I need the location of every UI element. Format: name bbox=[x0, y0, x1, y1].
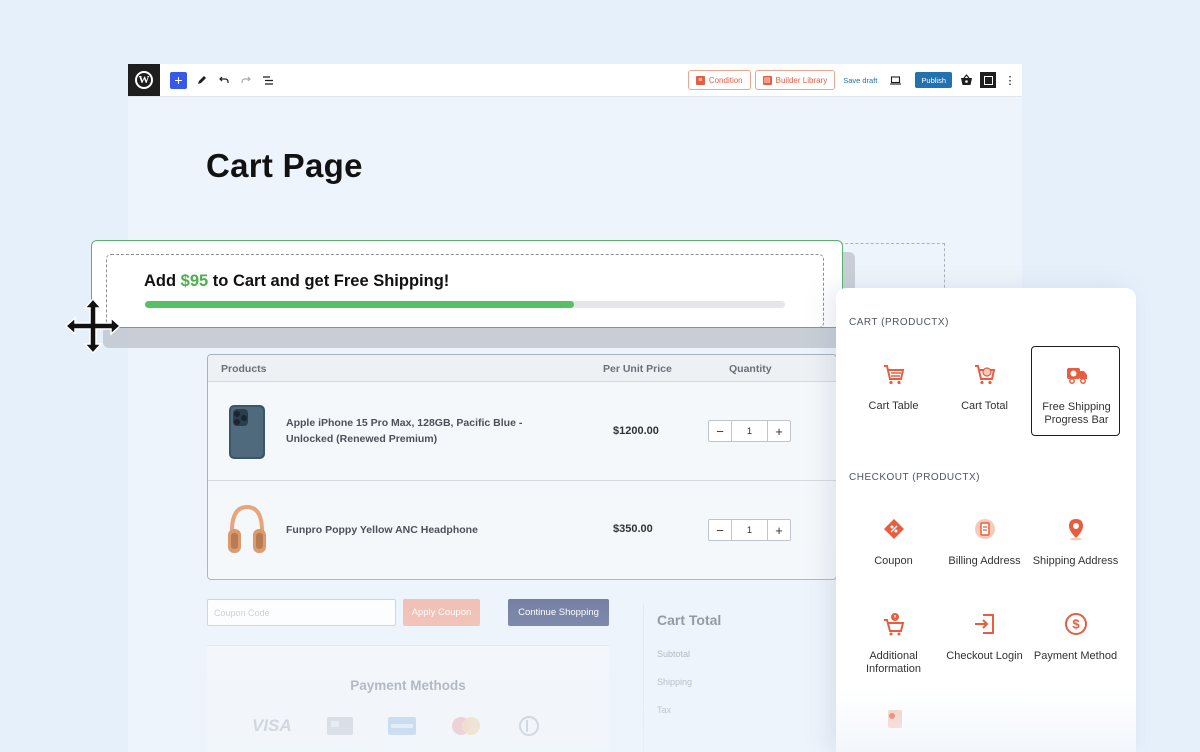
subtotal-label: Subtotal bbox=[657, 649, 691, 659]
product-price: $1200.00 bbox=[613, 425, 659, 437]
page-title: Cart Page bbox=[206, 147, 363, 184]
block-payment-method[interactable]: $ Payment Method bbox=[1031, 596, 1120, 686]
continue-shopping-button[interactable]: Continue Shopping bbox=[508, 599, 609, 626]
block-label: Free Shipping Progress Bar bbox=[1042, 401, 1111, 426]
apply-coupon-button[interactable]: Apply Coupon bbox=[403, 599, 480, 626]
cart-table-header: Products Per Unit Price Quantity bbox=[208, 355, 836, 382]
coupon-icon bbox=[884, 519, 904, 539]
svg-text:$: $ bbox=[1072, 617, 1080, 632]
free-shipping-message: Add $95 to Cart and get Free Shipping! bbox=[144, 272, 449, 291]
card-icon bbox=[326, 717, 353, 735]
builder-library-button[interactable]: ▤ Builder Library bbox=[754, 70, 836, 90]
header-unit-price: Per Unit Price bbox=[603, 363, 672, 375]
checkout-section-heading: CHECKOUT (PRODUCTX) bbox=[849, 472, 980, 483]
pencil-icon[interactable] bbox=[195, 71, 209, 89]
message-suffix: to Cart and get Free Shipping! bbox=[208, 272, 450, 290]
builder-library-label: Builder Library bbox=[775, 75, 828, 85]
location-icon bbox=[1069, 519, 1083, 541]
quantity-stepper[interactable]: − 1 + bbox=[708, 420, 791, 442]
progress-fill bbox=[145, 301, 574, 308]
condition-icon: ≡ bbox=[695, 75, 705, 85]
dollar-icon: $ bbox=[1065, 613, 1087, 635]
decrease-button[interactable]: − bbox=[709, 520, 731, 540]
billing-icon bbox=[975, 519, 995, 539]
cart-table-icon bbox=[884, 365, 905, 385]
payment-methods-box: Payment Methods VISA bbox=[207, 645, 609, 752]
shipping-label: Shipping bbox=[657, 677, 693, 687]
message-prefix: Add bbox=[144, 272, 181, 290]
quantity-stepper[interactable]: − 1 + bbox=[708, 519, 791, 541]
add-block-button[interactable]: + bbox=[170, 71, 187, 89]
save-draft-button[interactable]: Save draft bbox=[843, 76, 877, 85]
free-shipping-icon bbox=[1067, 368, 1087, 384]
list-view-icon[interactable] bbox=[261, 71, 275, 89]
block-cart-table[interactable]: Cart Table bbox=[849, 346, 938, 436]
block-billing-address[interactable]: Billing Address bbox=[940, 501, 1029, 591]
panel-fade-overlay bbox=[836, 690, 1136, 752]
block-inserter-panel: CART (PRODUCTX) Cart Table Cart Total Fr… bbox=[836, 288, 1136, 752]
settings-sidebar-icon[interactable] bbox=[980, 72, 996, 88]
iphone-image bbox=[229, 405, 265, 459]
redo-icon[interactable] bbox=[239, 71, 253, 89]
increase-button[interactable]: + bbox=[768, 421, 790, 441]
editor-toolbar: W + ≡ Condition ▤ Builder Library Save d… bbox=[128, 64, 1022, 96]
decrease-button[interactable]: − bbox=[709, 421, 731, 441]
block-label: Additional Information bbox=[865, 650, 922, 675]
header-products: Products bbox=[221, 363, 267, 375]
condition-button[interactable]: ≡ Condition bbox=[687, 70, 751, 90]
free-shipping-bar-inner: Add $95 to Cart and get Free Shipping! bbox=[106, 254, 824, 328]
block-label: Payment Method bbox=[1033, 650, 1118, 662]
cart-section-heading: CART (PRODUCTX) bbox=[849, 317, 949, 328]
wordpress-logo-icon[interactable]: W bbox=[128, 64, 160, 96]
product-name[interactable]: Apple iPhone 15 Pro Max, 128GB, Pacific … bbox=[286, 415, 536, 447]
table-row: Apple iPhone 15 Pro Max, 128GB, Pacific … bbox=[208, 382, 836, 481]
coupon-input[interactable]: Coupon Code bbox=[207, 599, 396, 626]
block-additional-information[interactable]: Additional Information bbox=[849, 596, 938, 686]
payment-logos: VISA bbox=[252, 716, 542, 736]
block-free-shipping-progress-bar[interactable]: Free Shipping Progress Bar bbox=[1031, 346, 1120, 436]
block-label: Billing Address bbox=[948, 555, 1021, 567]
preview-icon[interactable] bbox=[887, 72, 903, 88]
quantity-value[interactable]: 1 bbox=[731, 421, 768, 441]
progress-track bbox=[145, 301, 785, 308]
block-label: Shipping Address bbox=[1032, 555, 1119, 567]
info-cart-icon bbox=[884, 613, 905, 636]
condition-label: Condition bbox=[708, 75, 743, 85]
cart-total-icon bbox=[975, 365, 996, 385]
publish-button[interactable]: Publish bbox=[915, 72, 952, 88]
amex-icon bbox=[387, 717, 416, 735]
builder-library-icon: ▤ bbox=[762, 75, 772, 85]
free-shipping-bar-block[interactable]: Add $95 to Cart and get Free Shipping! bbox=[91, 240, 843, 328]
block-checkout-login[interactable]: Checkout Login bbox=[940, 596, 1029, 686]
block-label: Coupon bbox=[874, 555, 913, 567]
block-coupon[interactable]: Coupon bbox=[849, 501, 938, 591]
block-cart-total[interactable]: Cart Total bbox=[940, 346, 1029, 436]
cart-total-title: Cart Total bbox=[657, 612, 722, 628]
undo-icon[interactable] bbox=[217, 71, 231, 89]
tax-label: Tax bbox=[657, 705, 672, 715]
table-row: Funpro Poppy Yellow ANC Headphone $350.0… bbox=[208, 481, 836, 579]
diners-icon bbox=[518, 716, 539, 736]
visa-logo: VISA bbox=[252, 716, 292, 735]
cart-table: Products Per Unit Price Quantity Apple i… bbox=[207, 354, 837, 580]
increase-button[interactable]: + bbox=[768, 520, 790, 540]
block-label: Cart Table bbox=[868, 400, 919, 412]
move-cursor-icon bbox=[64, 297, 122, 355]
block-label: Cart Total bbox=[961, 400, 1008, 412]
remaining-amount: $95 bbox=[180, 272, 209, 290]
mastercard-icon bbox=[451, 717, 480, 735]
product-name[interactable]: Funpro Poppy Yellow ANC Headphone bbox=[286, 522, 536, 538]
login-icon bbox=[975, 614, 994, 634]
more-options-icon[interactable]: ⋮ bbox=[1002, 72, 1018, 88]
block-label: Checkout Login bbox=[946, 650, 1023, 662]
block-shipping-address[interactable]: Shipping Address bbox=[1031, 501, 1120, 591]
header-quantity: Quantity bbox=[729, 363, 772, 375]
payment-methods-title: Payment Methods bbox=[350, 678, 466, 693]
headphone-image bbox=[228, 504, 266, 553]
cart-builder-icon[interactable] bbox=[958, 72, 974, 88]
quantity-value[interactable]: 1 bbox=[731, 520, 768, 540]
cart-total-box: Cart Total Subtotal Shipping Tax bbox=[643, 604, 843, 752]
product-price: $350.00 bbox=[613, 523, 653, 535]
